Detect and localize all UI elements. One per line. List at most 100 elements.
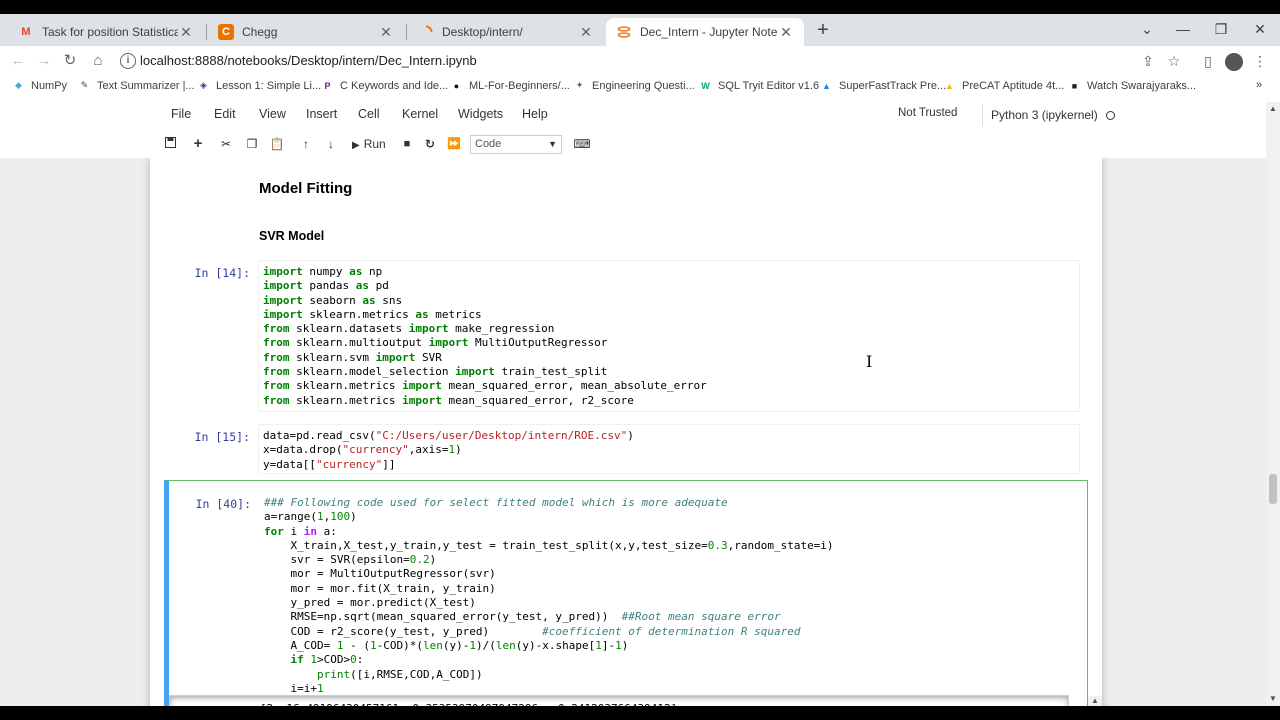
close-window-button[interactable]: ✕ (1245, 18, 1275, 40)
tab-chegg[interactable]: C Chegg ✕ (208, 18, 404, 46)
bookmark-watch[interactable]: ■ Watch Swarajyaraks... (1068, 79, 1196, 92)
copy-icon[interactable]: ❐ (242, 135, 262, 153)
trusted-indicator[interactable]: Not Trusted (898, 107, 957, 119)
forward-button[interactable]: → (32, 49, 56, 73)
loading-spinner-icon (418, 24, 434, 40)
cut-icon[interactable]: ✂ (216, 135, 236, 153)
scroll-up-arrow-icon[interactable]: ▲ (1088, 696, 1102, 705)
bookmarks-overflow-icon[interactable]: » (1256, 79, 1262, 91)
menu-view[interactable]: View (259, 107, 286, 121)
bookmark-text-summarizer[interactable]: ✎ Text Summarizer |... (78, 79, 195, 92)
tab-desktop-intern[interactable]: Desktop/intern/ ✕ (408, 18, 604, 46)
reload-button[interactable]: ↻ (58, 49, 82, 73)
drive-icon: ▲ (945, 80, 954, 91)
bookmark-superfasttrack[interactable]: ▲ SuperFastTrack Pre... (820, 79, 946, 92)
numpy-icon: ◆ (15, 80, 22, 90)
scroll-thumb[interactable] (1269, 474, 1277, 504)
move-up-icon[interactable]: ↑ (296, 135, 316, 153)
menu-cell[interactable]: Cell (358, 107, 380, 121)
bookmark-lesson[interactable]: ◈ Lesson 1: Simple Li... (197, 79, 321, 92)
minimize-button[interactable]: — (1168, 18, 1198, 40)
menu-edit[interactable]: Edit (214, 107, 236, 121)
browser-menu-icon[interactable]: ⋮ (1248, 49, 1272, 73)
kernel-name: Python 3 (ipykernel) (991, 108, 1098, 122)
cell-prompt: In [40]: (195, 497, 251, 511)
tab-divider (406, 24, 407, 40)
gmail-icon: M (21, 26, 31, 38)
p-logo-icon: P (324, 80, 331, 91)
kernel-status-icon (1105, 111, 1115, 120)
scroll-up-arrow-icon[interactable]: ▲ (1266, 104, 1280, 113)
restart-icon[interactable]: ↻ (420, 135, 440, 153)
output-area[interactable]: [2, 16.49196430457161, 0.353539704979472… (169, 695, 1102, 706)
bookmark-star-icon[interactable]: ☆ (1162, 49, 1186, 73)
pen-icon: ✎ (80, 80, 89, 90)
scroll-down-arrow-icon[interactable]: ▼ (1266, 694, 1280, 703)
text-cursor-icon: I (866, 352, 873, 371)
add-cell-icon[interactable]: + (188, 135, 208, 153)
back-button[interactable]: ← (6, 49, 30, 73)
output-scrollbar[interactable]: ▲ (1088, 696, 1102, 706)
code-cell-15[interactable]: In [15]: data=pd.read_csv("C:/Users/user… (164, 424, 1088, 476)
stop-icon[interactable]: ■ (397, 135, 417, 153)
tab-search-icon[interactable]: ⌄ (1132, 18, 1162, 40)
w3schools-icon: W (701, 80, 710, 91)
menu-file[interactable]: File (171, 107, 191, 121)
profile-avatar[interactable] (1222, 49, 1246, 73)
new-tab-button[interactable]: + (812, 20, 834, 42)
chevron-down-icon: ▼ (548, 139, 557, 149)
address-bar[interactable]: localhost:8888/notebooks/Desktop/intern/… (140, 50, 477, 72)
jupyter-toolbar: + ✂ ❐ 📋 ↑ ↓ ▶ Run ■ ↻ ⏩ Code ▼ ⌨ (0, 130, 1266, 158)
drive-icon: ▲ (822, 80, 831, 91)
bookmark-engineering[interactable]: ✦ Engineering Questi... (573, 79, 695, 92)
cell-prompt: In [14]: (194, 266, 250, 280)
close-tab-icon[interactable]: ✕ (178, 24, 194, 41)
code-editor[interactable]: ### Following code used for select fitte… (259, 491, 1079, 695)
page-scrollbar[interactable]: ▲ ▼ (1266, 102, 1280, 706)
move-down-icon[interactable]: ↓ (321, 135, 341, 153)
code-editor[interactable]: import numpy as np import pandas as pd i… (258, 260, 1080, 412)
fast-forward-icon[interactable]: ⏩ (444, 135, 464, 153)
tab-title: Dec_Intern - Jupyter Notebook (640, 25, 778, 39)
close-tab-icon[interactable]: ✕ (778, 24, 794, 41)
side-panel-icon[interactable]: ▯ (1196, 49, 1220, 73)
cell-type-select[interactable]: Code ▼ (470, 135, 562, 154)
run-button[interactable]: ▶ Run (352, 135, 386, 153)
tab-jupyter-notebook[interactable]: Dec_Intern - Jupyter Notebook ✕ (606, 18, 804, 46)
menu-insert[interactable]: Insert (306, 107, 337, 121)
home-button[interactable]: ⌂ (86, 49, 110, 73)
site-info-icon[interactable]: i (120, 53, 136, 69)
browser-window: M Task for position Statistical Office ✕… (0, 14, 1280, 706)
heading-svr-model: SVR Model (259, 229, 325, 243)
chegg-icon: C (218, 24, 234, 40)
output-text: [2, 16.49196430457161, 0.353539704979472… (170, 696, 1068, 706)
bookmark-precat[interactable]: ▲ PreCAT Aptitude 4t... (943, 79, 1064, 92)
menu-help[interactable]: Help (522, 107, 548, 121)
shield-icon: ◈ (200, 80, 207, 90)
jupyter-icon (616, 24, 632, 40)
jupyter-menubar: File Edit View Insert Cell Kernel Widget… (0, 102, 1266, 128)
code-cell-40[interactable]: In [40]: ### Following code used for sel… (164, 480, 1102, 706)
close-tab-icon[interactable]: ✕ (578, 24, 594, 41)
notebook-area: Model Fitting SVR Model In [14]: import … (0, 158, 1266, 706)
bookmark-c-keywords[interactable]: PC Keywords and Ide... (321, 79, 448, 92)
bookmark-sql-tryit[interactable]: W SQL Tryit Editor v1.6 (699, 79, 819, 92)
tab-gmail[interactable]: M Task for position Statistical Office ✕ (8, 18, 204, 46)
tab-title: Chegg (242, 25, 278, 39)
close-tab-icon[interactable]: ✕ (378, 24, 394, 41)
bookmark-numpy[interactable]: ◆ NumPy (12, 79, 67, 92)
paste-icon[interactable]: 📋 (267, 135, 287, 153)
restore-button[interactable]: ❐ (1206, 18, 1236, 40)
play-icon: ▶ (352, 140, 360, 151)
leaf-icon: ✦ (575, 80, 584, 90)
keyboard-icon[interactable]: ⌨ (572, 135, 592, 153)
bookmark-ml-for-beginners[interactable]: ● ML-For-Beginners/... (450, 79, 570, 92)
menu-kernel[interactable]: Kernel (402, 107, 438, 121)
code-editor[interactable]: data=pd.read_csv("C:/Users/user/Desktop/… (258, 424, 1080, 474)
code-cell-14[interactable]: In [14]: import numpy as np import panda… (164, 260, 1088, 414)
menu-widgets[interactable]: Widgets (458, 107, 503, 121)
cell-prompt: In [15]: (194, 430, 250, 444)
save-icon[interactable] (160, 135, 180, 153)
kernel-indicator: Python 3 (ipykernel) (982, 104, 1115, 126)
share-icon[interactable]: ⇪ (1136, 49, 1160, 73)
